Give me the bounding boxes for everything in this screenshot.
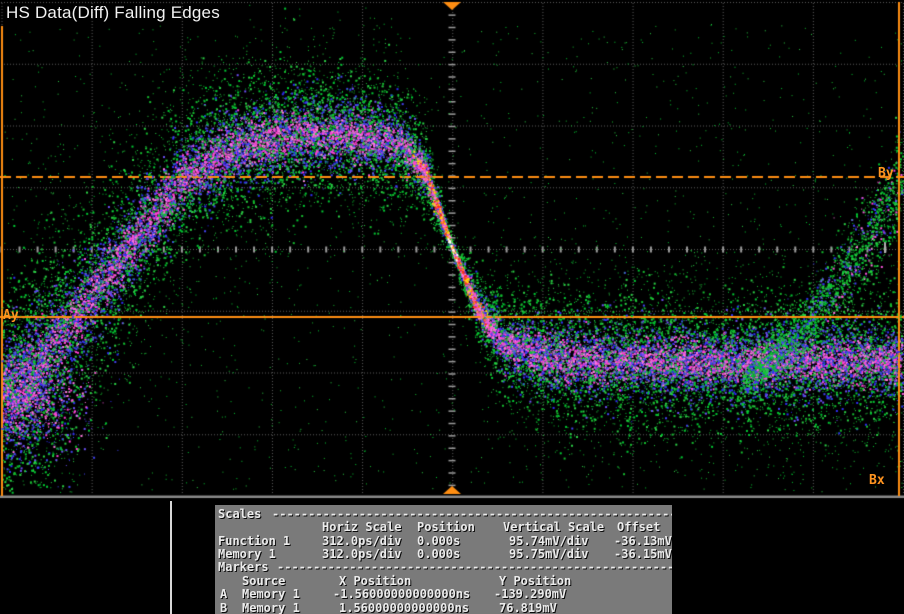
marker-x-position: -1.56000000000000ns [333, 587, 470, 601]
offset-value: -36.13mV [614, 534, 672, 548]
marker-x-position: 1.56000000000000ns [339, 601, 469, 614]
scales-section-rule: ----------------------------------------… [272, 507, 672, 521]
scales-row-memory1: Memory 1 312.0ps/div 0.000s 95.75mV/div … [215, 547, 672, 560]
col-header-position: Position [417, 520, 475, 534]
scope-display[interactable]: HS Data(Diff) Falling Edges Ay By Bx [0, 0, 904, 502]
markers-column-headers: Source X Position Y Position [215, 574, 672, 587]
marker-by-label[interactable]: By [878, 166, 894, 181]
trace-name: Function 1 [218, 534, 290, 548]
horiz-scale: 312.0ps/div [322, 547, 401, 561]
position-value: 0.000s [417, 534, 460, 548]
scales-column-headers: Horiz Scale Position Vertical Scale Offs… [215, 520, 672, 533]
markers-section-title: Markers [218, 560, 269, 574]
marker-source: Memory 1 [242, 587, 300, 601]
panel-edge-line [170, 501, 172, 614]
marker-id: B [220, 601, 227, 614]
marker-ay-label[interactable]: Ay [3, 308, 19, 323]
offset-value: -36.15mV [614, 547, 672, 561]
col-header-y-position: Y Position [499, 574, 571, 588]
oscilloscope-screen: HS Data(Diff) Falling Edges Ay By Bx Sca… [0, 0, 904, 614]
display-title: HS Data(Diff) Falling Edges [6, 3, 220, 23]
horiz-scale: 312.0ps/div [322, 534, 401, 548]
col-header-horiz-scale: Horiz Scale [322, 520, 401, 534]
col-header-source: Source [242, 574, 285, 588]
marker-y-position: 76.819mV [499, 601, 557, 614]
scales-section-header: Scales ---------------------------------… [215, 507, 672, 520]
marker-id: A [220, 587, 227, 601]
scales-row-function1: Function 1 312.0ps/div 0.000s 95.74mV/di… [215, 534, 672, 547]
markers-section-rule: ----------------------------------------… [277, 560, 672, 574]
col-header-vertical-scale: Vertical Scale [503, 520, 604, 534]
vertical-scale: 95.75mV/div [509, 547, 588, 561]
scales-section-title: Scales [218, 507, 261, 521]
results-panel: Scales ---------------------------------… [215, 505, 672, 614]
marker-row-b: B Memory 1 1.56000000000000ns 76.819mV [215, 601, 672, 614]
waveform-canvas[interactable] [0, 0, 904, 502]
markers-section-header: Markers --------------------------------… [215, 560, 672, 573]
marker-row-a: A Memory 1 -1.56000000000000ns -139.290m… [215, 587, 672, 600]
position-value: 0.000s [417, 547, 460, 561]
vertical-scale: 95.74mV/div [509, 534, 588, 548]
col-header-offset: Offset [617, 520, 660, 534]
marker-source: Memory 1 [242, 601, 300, 614]
marker-y-position: -139.290mV [494, 587, 566, 601]
marker-bx-label[interactable]: Bx [869, 473, 885, 488]
col-header-x-position: X Position [339, 574, 411, 588]
trace-name: Memory 1 [218, 547, 276, 561]
